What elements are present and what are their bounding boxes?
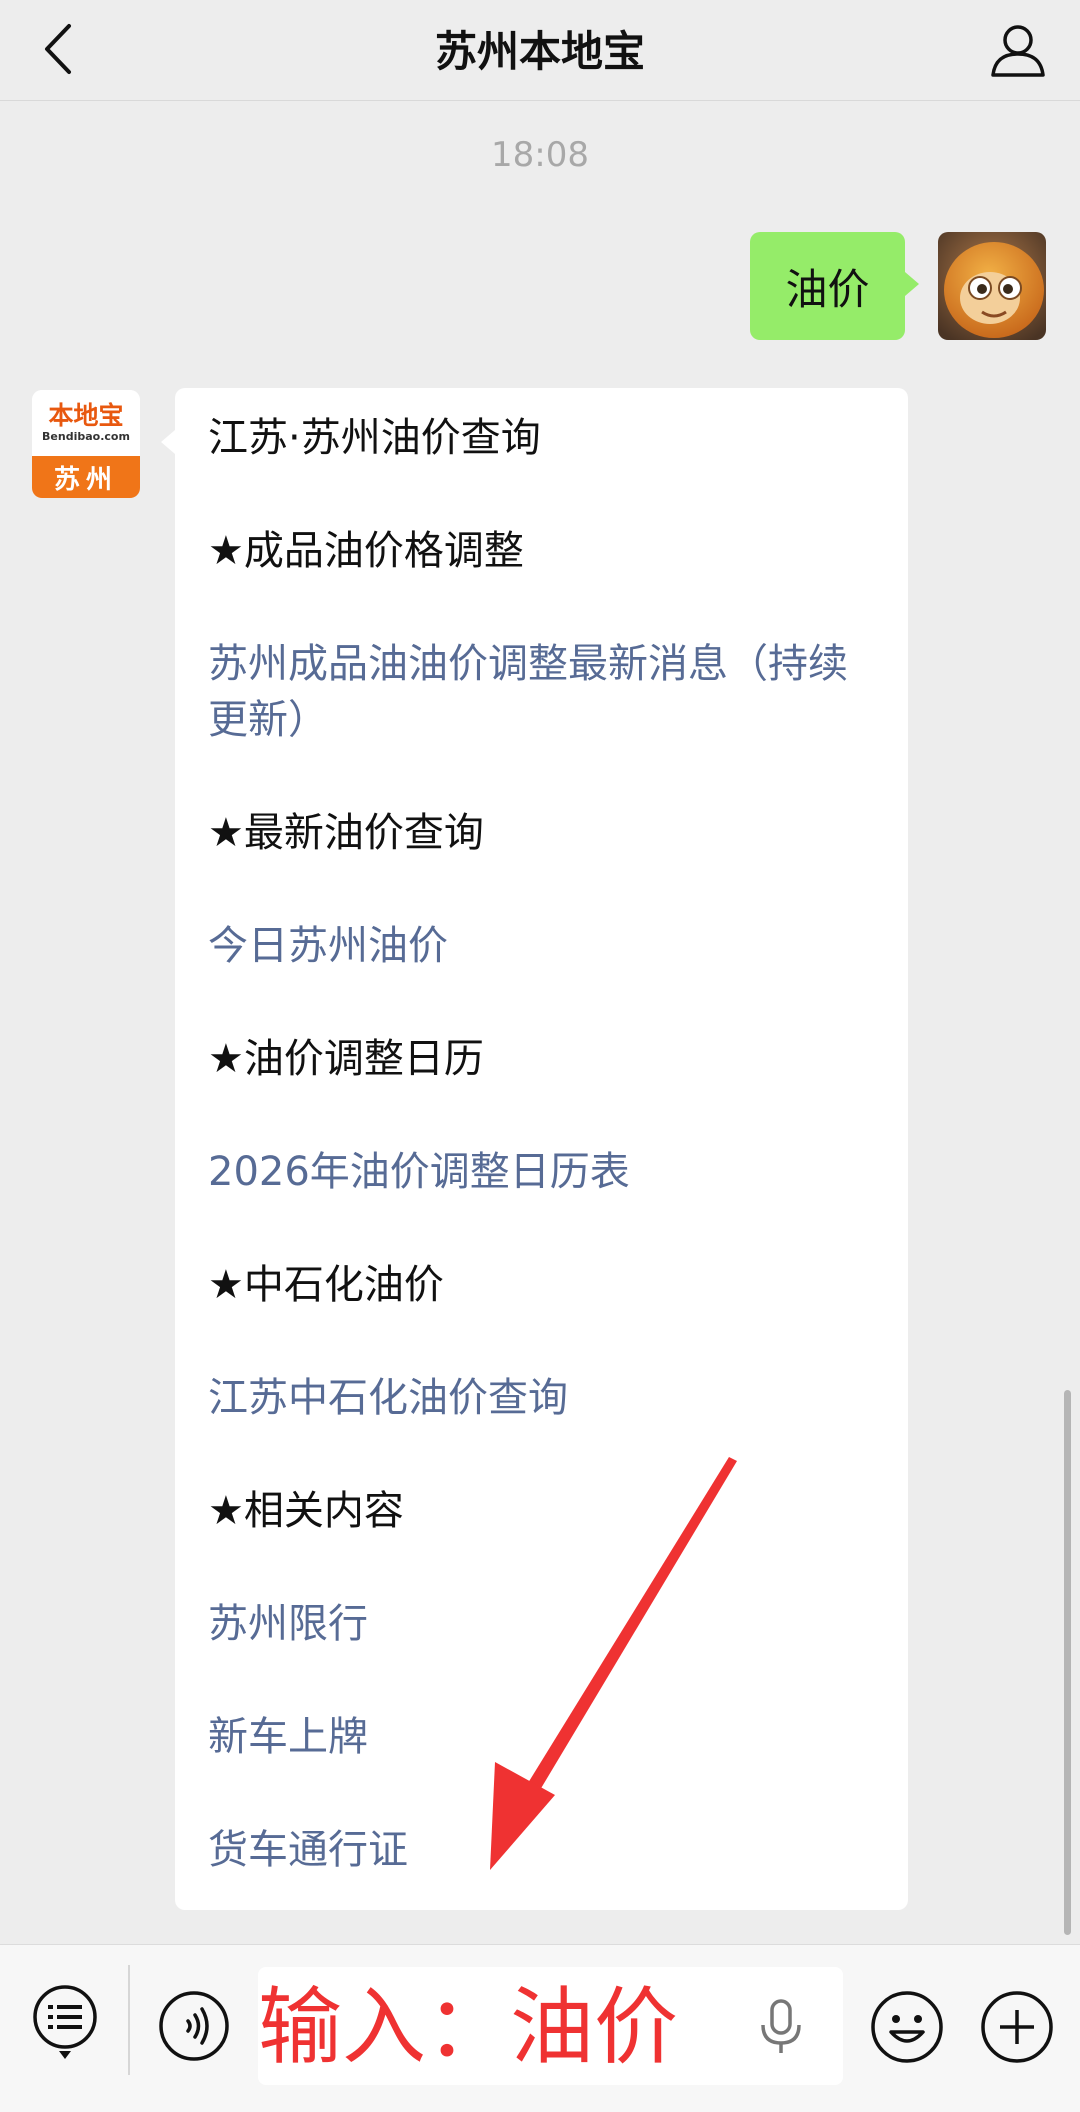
avatar-domain-text: Bendibao.com xyxy=(42,430,130,443)
avatar-logo: 本地宝 Bendibao.com xyxy=(32,390,140,456)
voice-toggle-button[interactable] xyxy=(158,1990,230,2062)
reply-link[interactable]: 苏州成品油油价调整最新消息（持续更新） xyxy=(208,636,878,748)
section-heading: ★油价调整日历 xyxy=(208,1036,484,1082)
section-heading: ★最新油价查询 xyxy=(208,810,484,856)
emoji-button[interactable] xyxy=(870,1990,944,2064)
menu-button[interactable] xyxy=(30,1985,100,2063)
reply-message-card: 江苏·苏州油价查询 ★成品油价格调整 苏州成品油油价调整最新消息（持续更新） ★… xyxy=(161,388,908,1910)
profile-button[interactable] xyxy=(982,14,1054,86)
voice-icon xyxy=(159,1991,229,2061)
user-avatar[interactable] xyxy=(938,232,1046,340)
reply-link[interactable]: 货车通行证 xyxy=(208,1822,878,1878)
monkey-avatar-image xyxy=(938,232,1046,340)
annotation-input-text: 输入：油价 xyxy=(258,1978,679,2076)
message-timestamp: 18:08 xyxy=(491,135,589,175)
chat-title: 苏州本地宝 xyxy=(434,27,645,76)
menu-list-icon xyxy=(33,1985,97,2059)
message-input[interactable]: 输入：油价 xyxy=(258,1967,843,2085)
person-icon xyxy=(991,25,1045,77)
reply-title: 江苏·苏州油价查询 xyxy=(208,415,541,461)
back-button[interactable] xyxy=(30,14,86,84)
section-heading: ★成品油价格调整 xyxy=(208,528,524,574)
official-account-avatar[interactable]: 本地宝 Bendibao.com 苏州 xyxy=(32,390,140,498)
more-button[interactable] xyxy=(980,1990,1054,2064)
plus-icon xyxy=(981,1991,1053,2063)
reply-link[interactable]: 江苏中石化油价查询 xyxy=(208,1370,878,1426)
chevron-left-icon xyxy=(45,24,71,74)
reply-link[interactable]: 新车上牌 xyxy=(208,1709,878,1765)
divider xyxy=(128,1965,130,2075)
emoji-icon xyxy=(871,1991,943,2063)
reply-link[interactable]: 2026年油价调整日历表 xyxy=(208,1144,878,1200)
chat-header: 苏州本地宝 xyxy=(0,0,1080,101)
user-message-text: 油价 xyxy=(785,264,870,314)
user-message-bubble[interactable]: 油价 xyxy=(750,232,919,340)
section-heading: ★中石化油价 xyxy=(208,1262,444,1308)
reply-link[interactable]: 今日苏州油价 xyxy=(208,918,878,974)
microphone-button[interactable] xyxy=(758,1999,804,2055)
section-heading: ★相关内容 xyxy=(208,1488,404,1534)
input-bar: 输入：油价 xyxy=(0,1944,1080,2112)
avatar-city: 苏州 xyxy=(32,456,140,498)
avatar-logo-text: 本地宝 xyxy=(48,401,124,430)
microphone-icon xyxy=(761,1999,801,2053)
scrollbar[interactable] xyxy=(1064,1390,1071,1935)
reply-link[interactable]: 苏州限行 xyxy=(208,1596,878,1652)
